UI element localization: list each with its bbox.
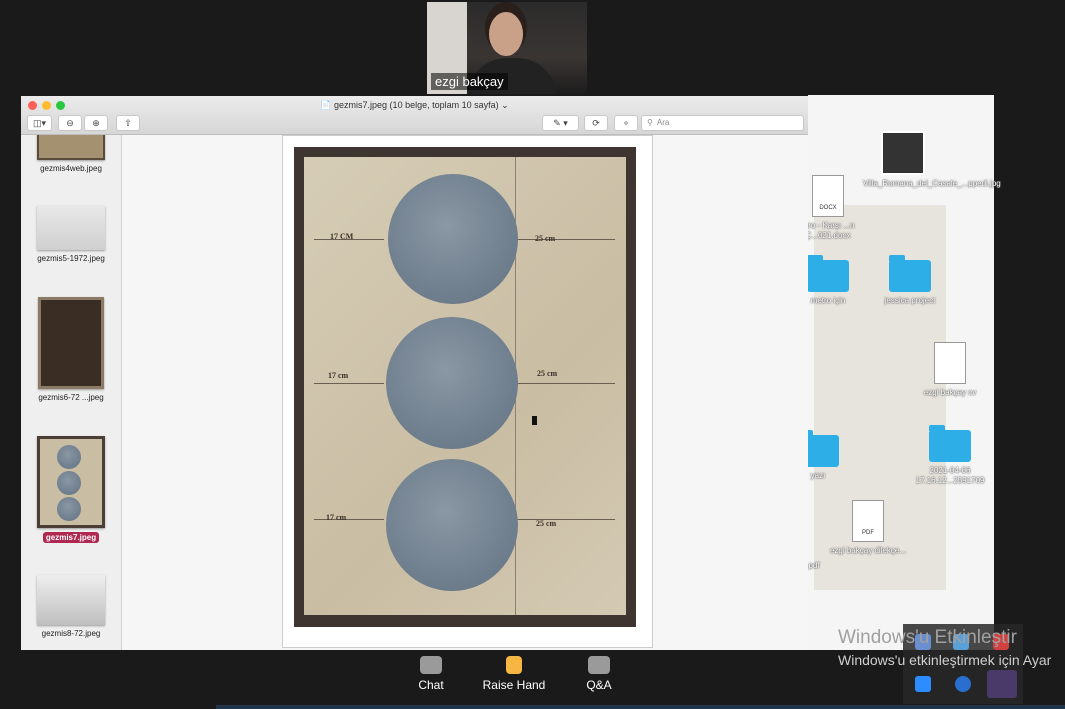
desktop-icon-label: jessica project: [884, 296, 936, 305]
qa-label: Q&A: [586, 678, 612, 692]
annotate-button[interactable]: ⚬: [614, 115, 638, 131]
desktop-icon-label: Villa_Romana_del_Casale_...ppedi.jpg: [863, 179, 1001, 188]
hand-icon: [506, 656, 522, 674]
qa-button[interactable]: Q&A: [580, 656, 618, 692]
search-input[interactable]: ⚲ Ara: [641, 115, 804, 131]
activation-watermark-text: Windows'u etkinleştirmek için Ayar: [838, 652, 1052, 668]
measure-label: 25 cm: [537, 369, 558, 378]
thumbnail-label: gezmis4web.jpeg: [40, 164, 102, 173]
measure-line: [314, 519, 384, 520]
measure-line: [515, 383, 615, 384]
rotate-button[interactable]: ⟳: [584, 115, 608, 131]
thumbnail-gezmis6[interactable]: gezmis6-72 ...jpeg: [21, 297, 121, 402]
image-page: 17 CM 25 cm 17 cm 25 cm 17 cm 25 cm: [282, 135, 653, 648]
mouse-cursor: [532, 416, 537, 425]
participant-video[interactable]: ezgi bakçay: [427, 2, 587, 94]
docx-file-icon: DOCX: [812, 175, 844, 217]
pdf-badge: PDF: [862, 530, 874, 536]
desktop-icon-label: 2021-04-06 17.16.12...2591709: [915, 466, 985, 485]
thumbnail-image: [37, 436, 105, 528]
thumbnail-label: gezmis5-1972.jpeg: [37, 254, 105, 263]
desktop-icon-2021-folder[interactable]: 2021-04-06 17.16.12...2591709: [910, 425, 990, 486]
activation-watermark-title: Windows'u Etkinleştir: [838, 627, 1017, 648]
measure-label: 25 cm: [536, 519, 557, 528]
desktop-icon-label: ezgi bakçay cv: [923, 388, 977, 397]
artwork-circle: [388, 174, 518, 304]
thumbnail-circle: [57, 497, 81, 521]
desktop-icon-villa-romana[interactable]: Villa_Romana_del_Casale_...ppedi.jpg: [863, 131, 1001, 189]
window-titlebar: 📄 gezmis7.jpeg (10 belge, toplam 10 sayf…: [21, 96, 808, 135]
thumbnail-image: [37, 135, 105, 160]
thumbnail-gezmis4web[interactable]: gezmis4web.jpeg: [21, 135, 121, 173]
raise-hand-button[interactable]: Raise Hand: [478, 656, 550, 692]
measure-label: 17 CM: [330, 232, 354, 241]
thumbnail-gezmis8[interactable]: gezmis8-72.jpeg: [21, 575, 121, 638]
measure-line: [314, 383, 384, 384]
folder-icon: [889, 255, 931, 292]
document-file-icon: [934, 342, 966, 384]
artwork-paper: 17 CM 25 cm 17 cm 25 cm 17 cm 25 cm: [304, 157, 626, 615]
measure-line: [515, 239, 615, 240]
pen-icon[interactable]: [987, 670, 1017, 698]
chat-button[interactable]: Chat: [412, 656, 450, 692]
desktop-icon-cv[interactable]: ezgi bakçay cv: [910, 342, 990, 398]
desktop-icon-jessica-project[interactable]: jessica project: [870, 255, 950, 306]
preview-window: 📄 gezmis7.jpeg (10 belge, toplam 10 sayf…: [21, 96, 808, 650]
thumbnail-gezmis7[interactable]: gezmis7.jpeg: [21, 436, 121, 543]
thumbnail-label: gezmis8-72.jpeg: [41, 629, 101, 638]
pdf-file-icon: PDF: [852, 500, 884, 542]
thumbnail-sidebar[interactable]: gezmis4web.jpeg gezmis5-1972.jpeg gezmis…: [21, 135, 122, 650]
search-icon: ⚲: [647, 118, 653, 127]
raise-hand-label: Raise Hand: [482, 678, 546, 692]
sidebar-toggle-button[interactable]: ◫▾: [27, 115, 52, 131]
zoom-out-button[interactable]: ⊖: [58, 115, 82, 131]
window-title-text: gezmis7.jpeg (10 belge, toplam 10 sayfa): [334, 100, 499, 110]
chat-label: Chat: [418, 678, 444, 692]
chat-icon: [420, 656, 442, 674]
folder-icon: [807, 255, 849, 292]
desktop-area: Villa_Romana_del_Casale_...ppedi.jpg DOC…: [797, 95, 1001, 650]
measure-label: 25 cm: [535, 234, 556, 243]
desktop-icon-dilekce[interactable]: PDF ezgi bakçay dilekçe...: [828, 500, 908, 556]
docx-badge: DOCX: [819, 205, 837, 211]
participant-head: [489, 12, 523, 56]
participant-name: ezgi bakçay: [431, 73, 508, 90]
bluetooth-icon[interactable]: [955, 676, 971, 692]
measure-label: 17 cm: [328, 371, 349, 380]
thumbnail-label: gezmis6-72 ...jpeg: [38, 393, 104, 402]
artwork-circle: [386, 459, 518, 591]
window-title[interactable]: 📄 gezmis7.jpeg (10 belge, toplam 10 sayf…: [21, 100, 808, 111]
markup-button[interactable]: ✎ ▾: [542, 115, 579, 131]
zoom-in-button[interactable]: ⊕: [84, 115, 108, 131]
thumbnail-gezmis5[interactable]: gezmis5-1972.jpeg: [21, 206, 121, 263]
share-button[interactable]: ⇧: [116, 115, 140, 131]
image-file-icon: [881, 131, 925, 175]
thumbnail-circle: [57, 445, 81, 469]
folder-icon: [929, 425, 971, 462]
measure-line: [515, 519, 615, 520]
thumbnail-label-selected: gezmis7.jpeg: [42, 532, 100, 543]
search-placeholder: Ara: [656, 118, 670, 127]
thumbnail-image: [38, 297, 104, 389]
zoom-app-icon[interactable]: [915, 676, 931, 692]
desktop-icon-label: ezgi bakçay dilekçe...: [829, 546, 907, 555]
artwork-circle: [386, 317, 518, 449]
qa-icon: [588, 656, 610, 674]
document-canvas[interactable]: 17 CM 25 cm 17 cm 25 cm 17 cm 25 cm: [122, 135, 808, 650]
thumbnail-image: [37, 575, 105, 625]
thumbnail-circle: [57, 471, 81, 495]
thumbnail-image: [37, 206, 105, 250]
measure-label: 17 cm: [326, 513, 347, 522]
artwork-frame: 17 CM 25 cm 17 cm 25 cm 17 cm 25 cm: [294, 147, 636, 627]
taskbar-edge: [216, 705, 1065, 709]
